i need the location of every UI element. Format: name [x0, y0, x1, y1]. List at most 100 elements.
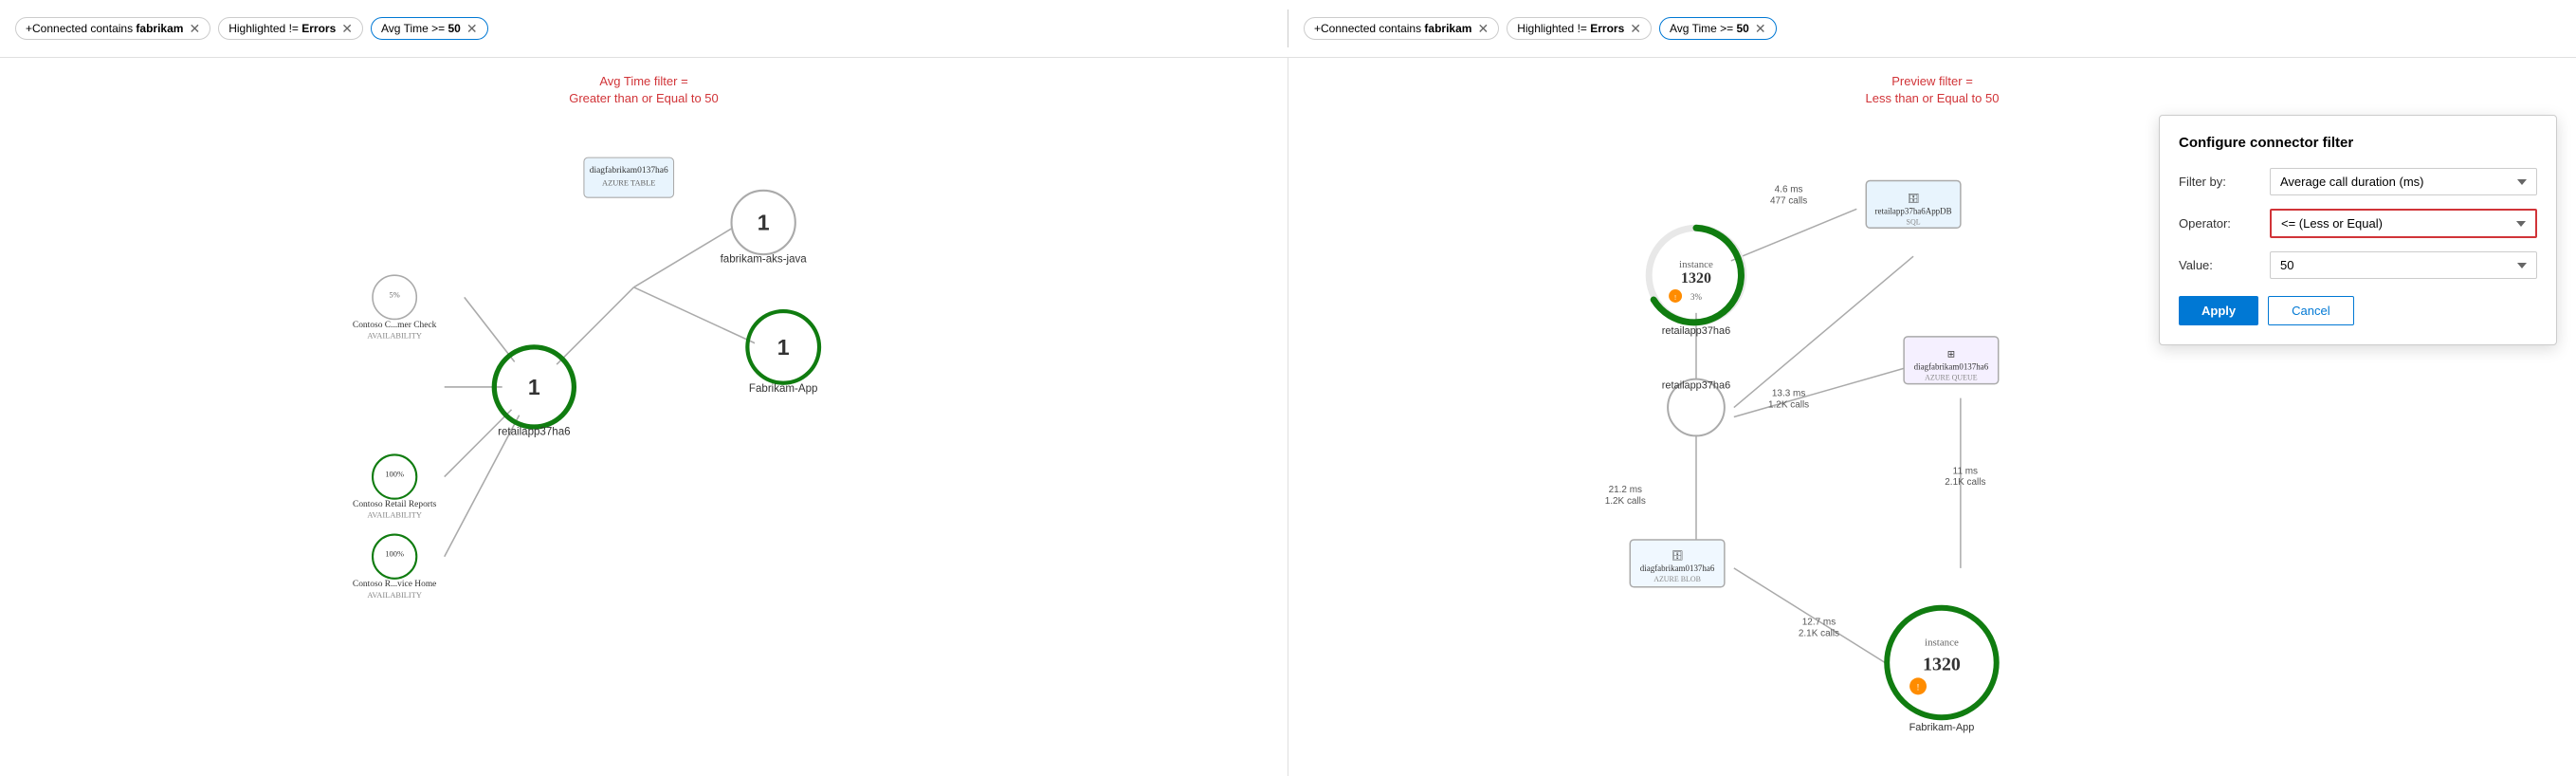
- operator-label: Operator:: [2179, 216, 2255, 231]
- filter-by-row: Filter by: Average call duration (ms) Ca…: [2179, 168, 2537, 195]
- filter-by-label: Filter by:: [2179, 175, 2255, 189]
- right-edge-7: [1734, 568, 1885, 663]
- node-contoso-retail[interactable]: 100% Contoso Retail Reports AVAILABILITY: [353, 454, 437, 519]
- right-filter-label: Preview filter = Less than or Equal to 5…: [1866, 73, 2000, 107]
- right-edge-4: [1734, 360, 1932, 417]
- left-filter-avgtime-close[interactable]: ✕: [466, 22, 478, 35]
- node-retailapp-right[interactable]: retailapp37ha6: [1662, 379, 1730, 436]
- left-filter-label: Avg Time filter = Greater than or Equal …: [569, 73, 719, 107]
- svg-text:Fabrikam-App: Fabrikam-App: [1909, 722, 1975, 733]
- edge-label-1: 4.6 ms: [1775, 184, 1803, 194]
- svg-text:diagfabrikam0137ha6: diagfabrikam0137ha6: [590, 165, 668, 176]
- svg-text:3%: 3%: [1690, 292, 1702, 302]
- left-filter-avgtime[interactable]: Avg Time >= 50 ✕: [371, 17, 488, 40]
- svg-text:AVAILABILITY: AVAILABILITY: [367, 331, 422, 340]
- node-contoso-check[interactable]: 5% Contoso C...mer Check AVAILABILITY: [353, 275, 437, 340]
- svg-text:1: 1: [777, 335, 790, 360]
- right-filter-highlighted[interactable]: Highlighted != Errors ✕: [1507, 17, 1652, 40]
- node-fabrikam-aks[interactable]: 1 fabrikam-aks-java: [721, 191, 808, 266]
- edge-label-1b: 477 calls: [1770, 195, 1807, 206]
- node-azure-queue[interactable]: ⊞ diagfabrikam0137ha6 AZURE QUEUE: [1904, 337, 1999, 384]
- svg-text:1320: 1320: [1923, 654, 1961, 674]
- right-filter-avgtime[interactable]: Avg Time >= 50 ✕: [1659, 17, 1777, 40]
- config-panel-title: Configure connector filter: [2179, 135, 2537, 151]
- right-filter-connected-close[interactable]: ✕: [1477, 22, 1489, 35]
- operator-select[interactable]: <= (Less or Equal) >= (Greater or Equal)…: [2270, 209, 2537, 238]
- svg-text:🗄: 🗄: [1672, 550, 1684, 562]
- cancel-button[interactable]: Cancel: [2268, 296, 2353, 325]
- edge-label-2b: 1.2K calls: [1768, 400, 1809, 411]
- svg-text:5%: 5%: [390, 290, 400, 299]
- node-instance1320-top[interactable]: instance 1320 ! 3% retailapp37ha6: [1649, 228, 1744, 337]
- value-label: Value:: [2179, 258, 2255, 272]
- svg-text:retailapp37ha6AppDB: retailapp37ha6AppDB: [1875, 206, 1952, 215]
- svg-text:AZURE BLOB: AZURE BLOB: [1653, 575, 1701, 583]
- left-panel: Avg Time filter = Greater than or Equal …: [0, 58, 1288, 776]
- svg-text:Contoso Retail Reports: Contoso Retail Reports: [353, 500, 437, 509]
- edge-label-6b: 2.1K calls: [1799, 629, 1839, 639]
- left-filter-highlighted[interactable]: Highlighted != Errors ✕: [218, 17, 363, 40]
- svg-text:AZURE TABLE: AZURE TABLE: [602, 179, 655, 188]
- edge-label-4: 11 ms: [1953, 466, 1978, 476]
- svg-text:🗄: 🗄: [1908, 193, 1920, 204]
- svg-text:fabrikam-aks-java: fabrikam-aks-java: [721, 254, 808, 266]
- node-fabrikam-app-right[interactable]: instance 1320 ! Fabrikam-App: [1887, 608, 1997, 733]
- svg-text:Fabrikam-App: Fabrikam-App: [749, 383, 818, 395]
- right-filter-connected[interactable]: +Connected contains fabrikam ✕: [1304, 17, 1499, 40]
- svg-text:AVAILABILITY: AVAILABILITY: [367, 511, 422, 520]
- edge-label-2: 13.3 ms: [1772, 389, 1805, 399]
- svg-text:⊞: ⊞: [1947, 350, 1955, 360]
- left-filter-highlighted-close[interactable]: ✕: [341, 22, 353, 35]
- svg-text:SQL: SQL: [1907, 217, 1921, 226]
- edge-label-3b: 1.2K calls: [1605, 496, 1646, 507]
- right-filter-avgtime-close[interactable]: ✕: [1755, 22, 1766, 35]
- left-filter-connected[interactable]: +Connected contains fabrikam ✕: [15, 17, 210, 40]
- filter-by-select[interactable]: Average call duration (ms) Call count: [2270, 168, 2537, 195]
- left-filter-connected-close[interactable]: ✕: [189, 22, 200, 35]
- edge-label-6: 12.7 ms: [1802, 618, 1836, 628]
- config-actions: Apply Cancel: [2179, 296, 2537, 325]
- edge-label-4b: 2.1K calls: [1945, 477, 1985, 488]
- apply-button[interactable]: Apply: [2179, 296, 2258, 325]
- svg-text:AZURE QUEUE: AZURE QUEUE: [1925, 374, 1978, 382]
- right-filter-avgtime-text: Avg Time >= 50: [1670, 22, 1749, 35]
- operator-row: Operator: <= (Less or Equal) >= (Greater…: [2179, 209, 2537, 238]
- right-filters: +Connected contains fabrikam ✕ Highlight…: [1304, 17, 2561, 40]
- svg-text:diagfabrikam0137ha6: diagfabrikam0137ha6: [1914, 362, 1989, 372]
- main-content: Avg Time filter = Greater than or Equal …: [0, 58, 2576, 776]
- svg-text:100%: 100%: [385, 471, 404, 479]
- left-filter-highlighted-text: Highlighted != Errors: [228, 22, 336, 35]
- left-filter-connected-text: +Connected contains fabrikam: [26, 22, 183, 35]
- edge-6: [633, 228, 733, 287]
- svg-text:retailapp37ha6: retailapp37ha6: [1662, 325, 1730, 337]
- right-filter-highlighted-text: Highlighted != Errors: [1517, 22, 1624, 35]
- edge-7: [633, 287, 763, 347]
- svg-text:diagfabrikam0137ha6: diagfabrikam0137ha6: [1640, 564, 1715, 573]
- value-select[interactable]: 50 100 200: [2270, 251, 2537, 279]
- svg-text:AVAILABILITY: AVAILABILITY: [367, 591, 422, 600]
- svg-text:retailapp37ha6: retailapp37ha6: [1662, 380, 1730, 392]
- node-retailapp[interactable]: 1 retailapp37ha6: [494, 347, 574, 438]
- right-filter-highlighted-close[interactable]: ✕: [1630, 22, 1641, 35]
- node-sql-db[interactable]: 🗄 retailapp37ha6AppDB SQL: [1866, 180, 1961, 228]
- config-panel: Configure connector filter Filter by: Av…: [2159, 115, 2557, 345]
- value-row: Value: 50 100 200: [2179, 251, 2537, 279]
- svg-text:!: !: [1674, 294, 1676, 302]
- node-diagfabrikam[interactable]: diagfabrikam0137ha6 AZURE TABLE: [584, 157, 674, 197]
- node-fabrikam-app[interactable]: 1 Fabrikam-App: [747, 311, 819, 395]
- svg-text:!: !: [1917, 682, 1920, 692]
- left-graph: diagfabrikam0137ha6 AZURE TABLE 1 fabrik…: [0, 58, 1288, 776]
- right-edge-3: [1734, 256, 1913, 407]
- node-azure-blob[interactable]: 🗄 diagfabrikam0137ha6 AZURE BLOB: [1630, 540, 1725, 587]
- svg-text:retailapp37ha6: retailapp37ha6: [498, 426, 570, 437]
- node-contoso-home[interactable]: 100% Contoso R...vice Home AVAILABILITY: [353, 535, 437, 600]
- right-panel: Preview filter = Less than or Equal to 5…: [1288, 58, 2576, 776]
- svg-text:Contoso C...mer Check: Contoso C...mer Check: [353, 321, 437, 330]
- svg-text:instance: instance: [1925, 637, 1959, 649]
- svg-text:Contoso R...vice Home: Contoso R...vice Home: [353, 580, 437, 589]
- svg-text:instance: instance: [1679, 259, 1713, 270]
- svg-text:1: 1: [758, 210, 770, 234]
- edge-label-3: 21.2 ms: [1609, 485, 1642, 495]
- left-filters: +Connected contains fabrikam ✕ Highlight…: [15, 17, 1272, 40]
- svg-text:1: 1: [528, 375, 540, 399]
